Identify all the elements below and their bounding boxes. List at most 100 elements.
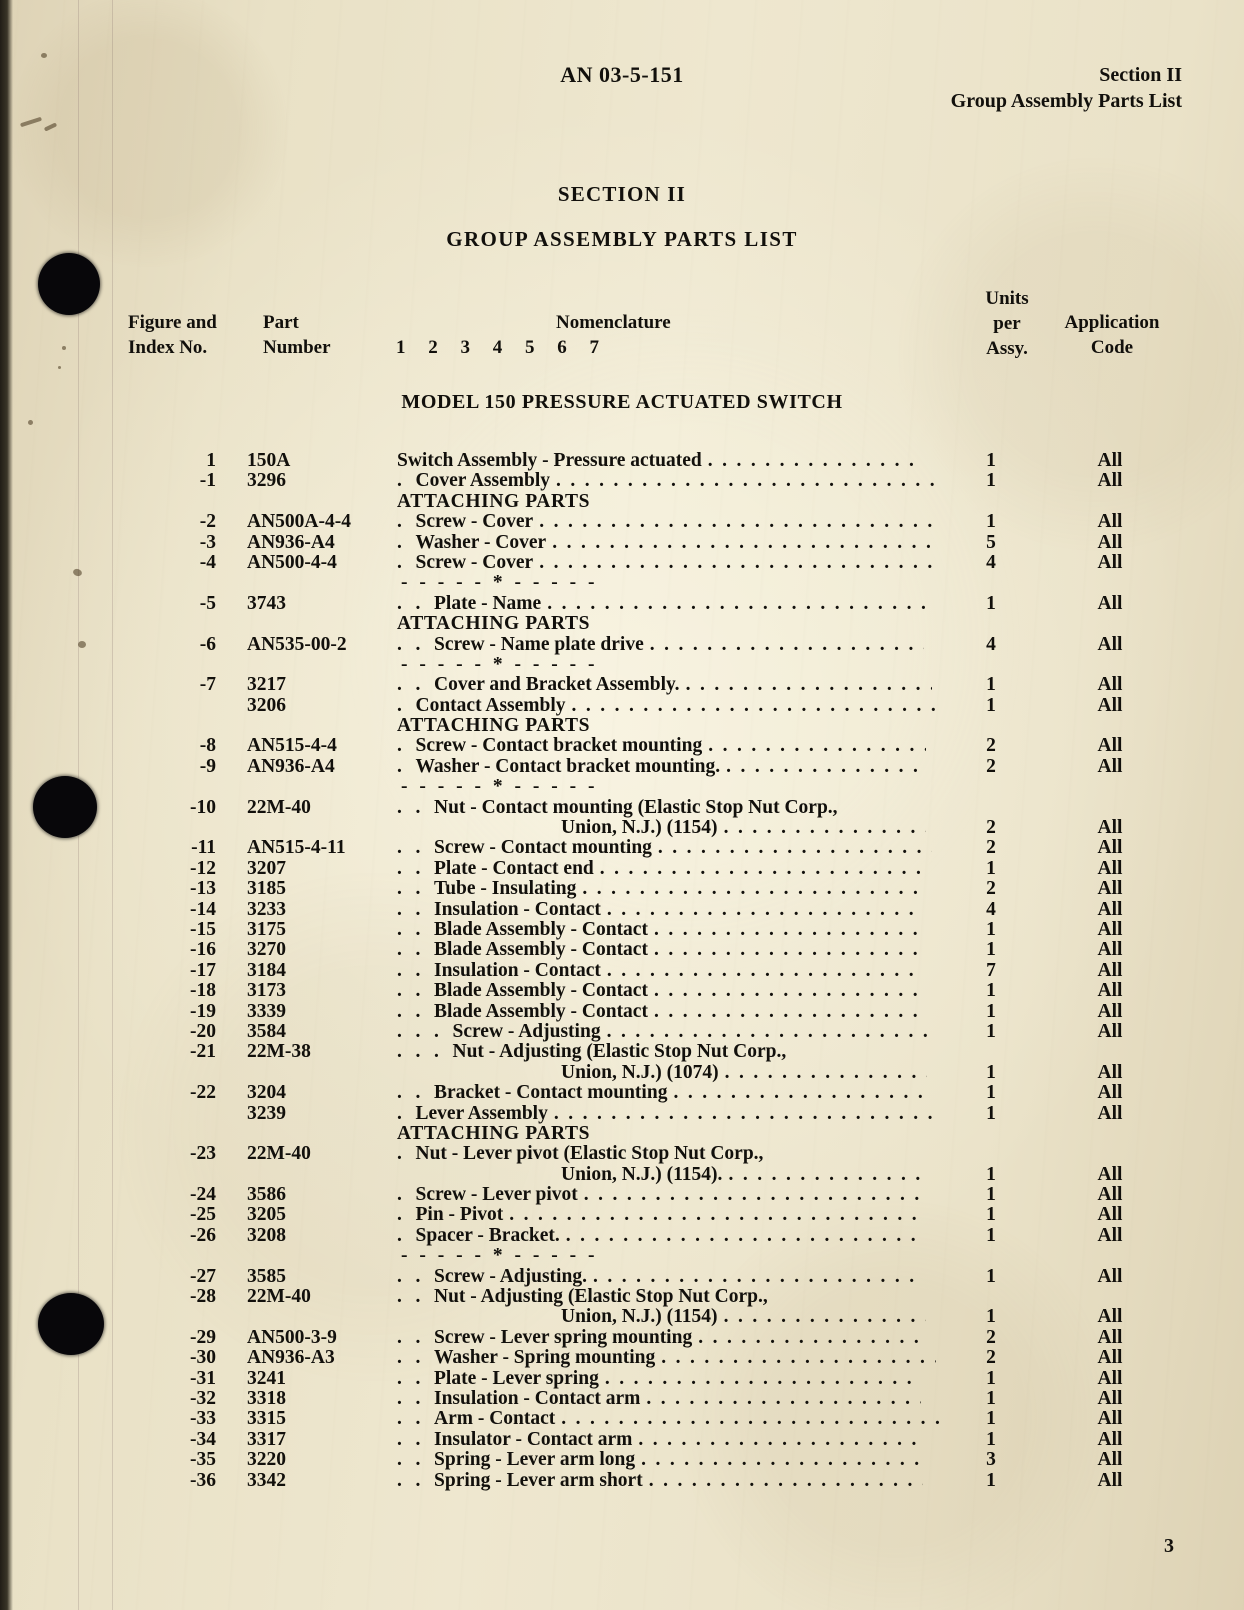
application-code: All [1097, 1469, 1123, 1491]
indent-level-dots: . [397, 470, 402, 492]
indent-level-dots: . [397, 694, 402, 716]
column-header-application-line2: Code [1090, 337, 1134, 358]
header-right-block: Section II Group Assembly Parts List [951, 62, 1182, 114]
leader-dots: ........................................… [653, 918, 928, 940]
table-row: -9 AN936-A4. Washer - Contact bracket mou… [0, 755, 1244, 778]
part-number: 22M-40 [247, 1143, 311, 1165]
nomenclature-text: Lever Assembly [415, 1102, 548, 1124]
application-code: All [1097, 1082, 1123, 1104]
figure-index-number: -35 [190, 1449, 216, 1471]
application-code: All [1097, 857, 1123, 879]
nomenclature-text: Screw - Contact mounting [434, 837, 652, 859]
units-per-assy: 2 [986, 735, 996, 757]
indent-level-dots: .. [397, 592, 421, 614]
nomenclature-text: Screw - Adjusting. [434, 1265, 587, 1287]
group-separator-row: - - - - - * - - - - - [0, 776, 1244, 797]
application-code: All [1097, 450, 1123, 471]
units-per-assy: 1 [986, 1184, 996, 1206]
binder-hole-punch [38, 253, 100, 315]
nomenclature-text: Blade Assembly - Contact [434, 1000, 648, 1022]
indent-level-dots: .. [397, 1408, 421, 1430]
units-per-assy: 2 [986, 817, 996, 839]
column-header-application-code: Application Code [1050, 310, 1174, 360]
units-per-assy: 3 [986, 1449, 996, 1471]
column-header-units-per-assy: Units per Assy. [972, 286, 1042, 361]
table-row: -32 3318.. Insulation - Contact arm......… [0, 1387, 1244, 1409]
nomenclature-cell: . Spacer - Bracket......................… [397, 1225, 954, 1247]
nomenclature-cell: .. Spring - Lever arm short.............… [397, 1470, 954, 1492]
units-per-assy: 4 [986, 898, 996, 920]
leader-dots: ........................................… [583, 1184, 924, 1206]
part-number: AN535-00-2 [247, 633, 347, 655]
table-row: -27 3585.. Screw - Adjusting.............… [0, 1265, 1244, 1287]
units-per-assy: 1 [986, 1082, 996, 1104]
indent-level-dots: .. [397, 674, 421, 696]
attaching-parts-heading-row: ATTACHING PARTS [0, 613, 1244, 634]
nomenclature-text: Screw - Cover [415, 551, 534, 573]
nomenclature-cell: . Washer - Contact bracket mounting.....… [397, 756, 954, 778]
units-per-assy: 1 [986, 1163, 996, 1185]
nomenclature-cell: .. Blade Assembly - Contact.............… [397, 980, 954, 1002]
part-number: AN936-A4 [247, 755, 335, 777]
nomenclature-text: Insulation - Contact [434, 959, 601, 981]
table-row: -17 3184.. Insulation - Contact..........… [0, 959, 1244, 981]
table-row: -25 3205. Pin - Pivot....................… [0, 1204, 1244, 1226]
paper-speck [28, 420, 33, 425]
table-row: -7 3217.. Cover and Bracket Assembly.....… [0, 674, 1244, 696]
indent-level-dots: .. [397, 1449, 421, 1471]
indent-level-dots: . [397, 735, 402, 757]
attaching-parts-label: ATTACHING PARTS [397, 490, 591, 512]
leader-dots: ........................................… [592, 1265, 924, 1287]
table-row: -20 3584... Screw - Adjusting............… [0, 1020, 1244, 1042]
figure-index-number: -14 [190, 898, 216, 920]
table-row: -28 22M-40.. Nut - Adjusting (Elastic Sto… [0, 1286, 1244, 1308]
leader-dots: ........................................… [685, 674, 932, 696]
part-number: 150A [247, 450, 291, 471]
indent-level-dots: .. [397, 1000, 421, 1022]
leader-dots: ........................................… [509, 1204, 924, 1226]
nomenclature-text: Tube - Insulating [434, 878, 577, 900]
figure-index-number: -32 [190, 1387, 216, 1409]
leader-dots: ........................................… [638, 1428, 922, 1450]
part-number: 3206 [247, 694, 286, 716]
part-number: AN515-4-4 [247, 735, 337, 757]
part-number: 3315 [247, 1408, 286, 1430]
part-number: 3296 [247, 470, 286, 492]
indent-level-dots: ... [397, 1020, 439, 1042]
figure-index-number: -8 [199, 735, 216, 757]
units-per-assy: 1 [986, 1000, 996, 1022]
figure-index-number: -33 [190, 1408, 216, 1430]
part-number: 3173 [247, 980, 286, 1002]
nomenclature-text: Nut - Adjusting (Elastic Stop Nut Corp., [434, 1286, 768, 1308]
units-per-assy: 1 [986, 592, 996, 614]
nomenclature-cell: .. Plate - Lever spring.................… [397, 1368, 954, 1390]
table-row: -15 3175.. Blade Assembly - Contact......… [0, 918, 1244, 940]
units-per-assy: 1 [986, 1387, 996, 1409]
indent-level-dots: .. [397, 1286, 421, 1308]
indent-level-dots: . [397, 551, 402, 573]
units-per-assy: 1 [986, 1061, 996, 1083]
figure-index-number: -20 [190, 1020, 216, 1042]
part-number: 22M-38 [247, 1041, 311, 1063]
nomenclature-text: Insulator - Contact arm [434, 1428, 633, 1450]
column-header-part-line2: Number [263, 337, 331, 358]
leader-dots: ........................................… [724, 1061, 927, 1083]
indent-level-dots: . [397, 531, 402, 553]
indent-level-dots: ... [397, 1041, 439, 1063]
indent-level-dots: .. [397, 1265, 421, 1287]
indent-level-dots: .. [397, 1428, 421, 1450]
part-number: AN515-4-11 [247, 837, 346, 859]
part-number: 22M-40 [247, 1286, 311, 1308]
indent-level-dots: . [397, 1204, 402, 1226]
table-row: -2 AN500A-4-4. Screw - Cover.............… [0, 511, 1244, 533]
nomenclature-continuation-cell: Union, N.J.) (1154).....................… [397, 1306, 954, 1328]
table-row: -22 3204.. Bracket - Contact mounting....… [0, 1082, 1244, 1104]
table-row: -14 3233.. Insulation - Contact..........… [0, 898, 1244, 920]
figure-index-number: -4 [199, 551, 216, 573]
leader-dots: ........................................… [649, 633, 924, 655]
part-number: 22M-40 [247, 796, 311, 818]
leader-dots: ........................................… [641, 1449, 925, 1471]
leader-dots: ........................................… [723, 1306, 926, 1328]
part-number: 3205 [247, 1204, 286, 1226]
part-number: AN500A-4-4 [247, 511, 351, 533]
